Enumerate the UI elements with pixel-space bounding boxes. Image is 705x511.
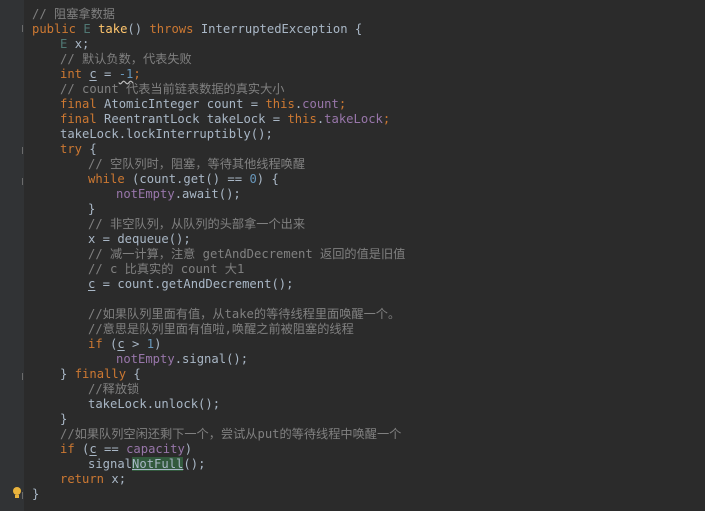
code-editor[interactable]: // 阻塞拿数据 public E take() throws Interrup…: [32, 7, 705, 511]
keyword: this: [265, 97, 295, 111]
code-line: }: [32, 487, 40, 501]
keyword: final: [60, 112, 97, 126]
keyword: return: [60, 472, 105, 486]
fold-marker-icon[interactable]: [22, 373, 26, 381]
code-line: // c 比真实的 count 大1: [32, 262, 705, 277]
code-line: takeLock.lockInterruptibly();: [60, 127, 273, 141]
intention-bulb-icon[interactable]: [12, 487, 22, 500]
code-line: if (c > 1): [88, 337, 162, 351]
type-param: E: [83, 22, 91, 36]
comment: //意思是队列里面有值啦,唤醒之前被阻塞的线程: [88, 322, 354, 336]
code-line: // 非空队列，从队列的头部拿一个出来: [32, 217, 705, 232]
keyword: try: [60, 142, 83, 156]
code-line: } finally {: [60, 367, 141, 381]
keyword: public: [32, 22, 77, 36]
number-literal: 1: [146, 337, 155, 351]
code-line: E x;: [60, 37, 90, 51]
field: capacity: [126, 442, 185, 456]
comment: // 非空队列，从队列的头部拿一个出来: [88, 217, 306, 231]
code-line: try {: [60, 142, 97, 156]
comment: // 默认负数，代表失败: [60, 52, 192, 66]
code-line: return x;: [60, 472, 127, 486]
keyword: if: [88, 337, 103, 351]
code-line: final AtomicInteger count = this.count;: [60, 97, 347, 111]
fold-marker-icon[interactable]: [22, 147, 26, 155]
fold-marker-icon[interactable]: [22, 178, 26, 186]
code-line: x = dequeue();: [88, 232, 191, 246]
keyword: this: [287, 112, 317, 126]
comment: // 减一计算，注意 getAndDecrement 返回的值是旧值: [88, 247, 406, 261]
code-line: //如果队列空闲还剩下一个，尝试从put的等待线程中唤醒一个: [32, 427, 705, 442]
variable-c: c: [89, 67, 97, 81]
field: count: [302, 97, 339, 111]
comment: // c 比真实的 count 大1: [88, 262, 245, 276]
highlighted-identifier: NotFull: [132, 457, 184, 471]
code-line: // 阻塞拿数据: [32, 7, 705, 22]
comment: //释放锁: [88, 382, 140, 396]
code-line: // count 代表当前链表数据的真实大小: [32, 82, 705, 97]
comment: //如果队列里面有值，从take的等待线程里面唤醒一个。: [88, 307, 401, 321]
code-line: c = count.getAndDecrement();: [88, 277, 294, 291]
code-line: // 空队列时，阻塞，等待其他线程唤醒: [32, 157, 705, 172]
code-line: notEmpty.await();: [116, 187, 241, 201]
field: notEmpty: [116, 352, 175, 366]
comment: // count 代表当前链表数据的真实大小: [60, 82, 285, 96]
code-line: takeLock.unlock();: [88, 397, 221, 411]
editor-gutter: [0, 0, 24, 511]
field: takeLock: [324, 112, 383, 126]
code-line: //释放锁: [32, 382, 705, 397]
field: notEmpty: [116, 187, 175, 201]
code-line: }: [60, 412, 68, 426]
keyword: int: [60, 67, 83, 81]
fold-marker-icon[interactable]: [22, 25, 26, 33]
type-param: E: [60, 37, 68, 51]
keyword: if: [60, 442, 75, 456]
code-line: while (count.get() == 0) {: [88, 172, 279, 186]
code-line: //意思是队列里面有值啦,唤醒之前被阻塞的线程: [32, 322, 705, 337]
method-name: take: [98, 22, 128, 36]
keyword: final: [60, 97, 97, 111]
variable-c: c: [89, 442, 97, 456]
fold-marker-icon[interactable]: [22, 492, 26, 500]
code-line: // 默认负数，代表失败: [32, 52, 705, 67]
code-line: // 减一计算，注意 getAndDecrement 返回的值是旧值: [32, 247, 705, 262]
code-line: //如果队列里面有值，从take的等待线程里面唤醒一个。: [32, 307, 705, 322]
code-line: final ReentrantLock takeLock = this.take…: [60, 112, 391, 126]
code-line: int c = -1;: [60, 67, 141, 81]
keyword: throws: [149, 22, 194, 36]
variable-c: c: [117, 337, 125, 351]
comment: // 空队列时，阻塞，等待其他线程唤醒: [88, 157, 306, 171]
number-literal: -1: [118, 67, 134, 81]
code-line: if (c == capacity): [60, 442, 193, 456]
code-line: notEmpty.signal();: [116, 352, 249, 366]
code-line: }: [88, 202, 96, 216]
number-literal: 0: [249, 172, 257, 186]
code-line: signalNotFull();: [88, 457, 206, 471]
comment: //如果队列空闲还剩下一个，尝试从put的等待线程中唤醒一个: [60, 427, 402, 441]
code-line: public E take() throws InterruptedExcept…: [32, 22, 363, 36]
keyword: while: [88, 172, 125, 186]
comment: // 阻塞拿数据: [32, 7, 115, 21]
keyword: finally: [74, 367, 127, 381]
